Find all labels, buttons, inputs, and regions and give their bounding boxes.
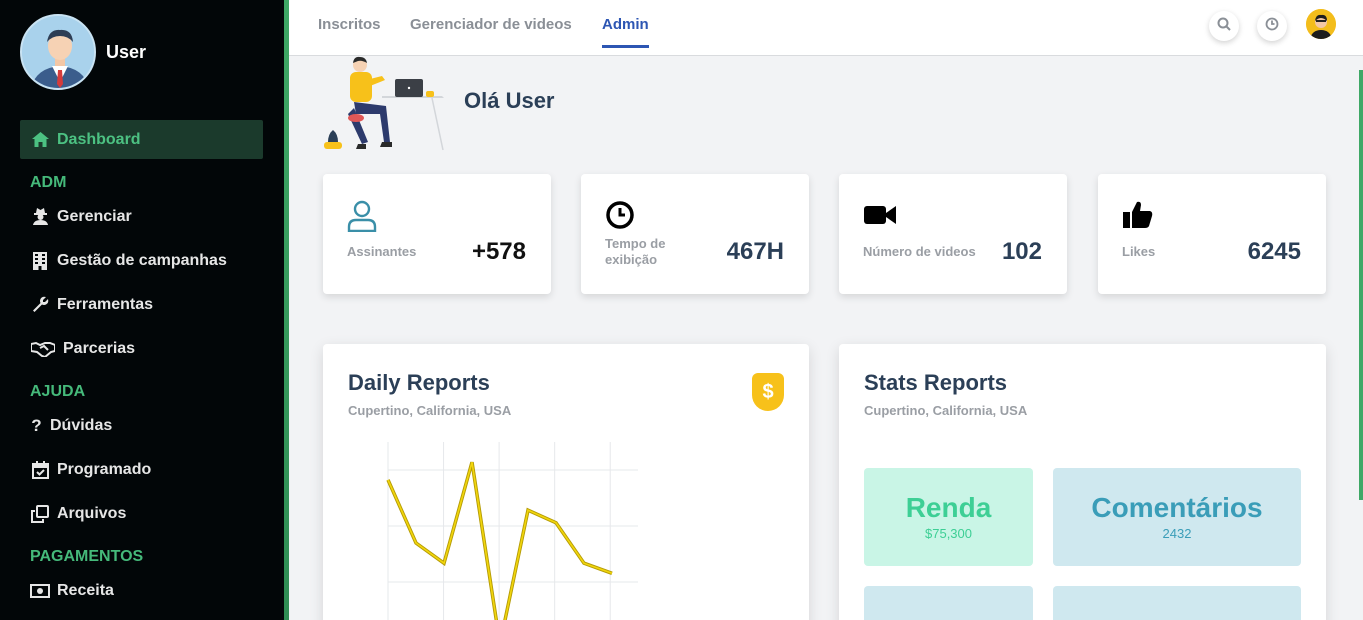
sidebar-item-label: Dashboard [57, 130, 141, 148]
sidebar-item-parcerias[interactable]: Parcerias [20, 329, 263, 368]
sidebar-item-receita[interactable]: Receita [20, 571, 263, 610]
stats-reports-card: Stats Reports Cupertino, California, USA… [839, 344, 1326, 620]
section-adm: ADM [30, 174, 67, 191]
sidebar-item-dashboard[interactable]: Dashboard [20, 120, 263, 159]
search-button[interactable] [1209, 11, 1239, 41]
sidebar-item-gestao[interactable]: Gestão de campanhas [20, 241, 263, 280]
user-secret-icon [30, 207, 50, 227]
tile-value: 2432 [1162, 526, 1192, 541]
sidebar-item-programado[interactable]: Programado [20, 450, 263, 489]
sidebar-item-duvidas[interactable]: ? Dúvidas [20, 406, 263, 445]
search-icon [1217, 17, 1231, 36]
sidebar-item-label: Gerenciar [57, 207, 132, 225]
thumbs-up-icon [1122, 200, 1154, 232]
tile-title: Renda [905, 492, 992, 523]
stat-card-likes: Likes 6245 [1098, 174, 1326, 294]
wrench-icon [30, 295, 50, 315]
stat-value: +578 [471, 238, 526, 265]
stat-card-assinantes: Assinantes +578 [323, 174, 551, 294]
sidebar-edge [284, 0, 289, 620]
question-icon: ? [31, 415, 42, 435]
clock-icon [605, 200, 637, 232]
user-icon [347, 200, 379, 233]
top-avatar[interactable] [1306, 9, 1336, 39]
calendar-check-icon [30, 460, 50, 480]
clock-icon [1265, 17, 1279, 36]
stat-value: 102 [1001, 238, 1042, 265]
sidebar-item-label: Dúvidas [50, 416, 113, 434]
tab-inscritos[interactable]: Inscritos [318, 16, 381, 33]
user-avatar[interactable] [20, 14, 96, 90]
stat-card-videos: Número de videos 102 [839, 174, 1067, 294]
right-edge-accent [1359, 70, 1363, 500]
stat-card-tempo: Tempo de exibição 467H [581, 174, 809, 294]
clone-icon [30, 504, 50, 524]
stat-label: Tempo de exibição [605, 236, 666, 267]
sidebar-item-label: Programado [57, 460, 152, 478]
greeting-illustration [322, 56, 447, 154]
sidebar: User Dashboard ADM Gerenciar Gestão de c… [0, 0, 284, 620]
tile-value: $75,300 [925, 526, 972, 541]
stats-reports-title: Stats Reports [864, 370, 1008, 395]
tile-title: Comentários [1091, 492, 1263, 523]
history-button[interactable] [1257, 11, 1287, 41]
tile-comentarios[interactable]: Comentários 2432 [1053, 468, 1301, 566]
sidebar-item-ferramentas[interactable]: Ferramentas [20, 285, 263, 324]
daily-reports-card: Daily Reports Cupertino, California, USA… [323, 344, 809, 620]
sidebar-user[interactable]: User [20, 14, 146, 90]
stat-label: Likes [1122, 244, 1156, 259]
stat-label: Assinantes [347, 244, 417, 259]
video-camera-icon [863, 200, 896, 232]
tab-admin[interactable]: Admin [602, 16, 649, 48]
sidebar-item-gerenciar[interactable]: Gerenciar [20, 197, 263, 236]
sidebar-item-arquivos[interactable]: Arquivos [20, 494, 263, 533]
tile-cut-off-1[interactable] [864, 586, 1033, 620]
sidebar-item-label: Ferramentas [57, 295, 154, 313]
tile-cut-off-2[interactable] [1053, 586, 1301, 620]
section-ajuda: AJUDA [30, 383, 86, 400]
sidebar-item-label: Receita [57, 581, 114, 599]
tile-renda[interactable]: Renda $75,300 [864, 468, 1033, 566]
stat-value: 6245 [1247, 238, 1301, 265]
tab-gerenciador-de-videos[interactable]: Gerenciador de videos [410, 16, 572, 33]
greeting-title: Olá User [464, 88, 555, 113]
money-bill-icon [30, 581, 50, 601]
home-icon [30, 130, 50, 150]
daily-reports-chart [386, 442, 638, 620]
section-pagamentos: PAGAMENTOS [30, 548, 144, 565]
handshake-icon [30, 339, 56, 359]
sidebar-item-label: Parcerias [63, 339, 136, 357]
user-name: User [106, 41, 147, 62]
sidebar-item-label: Gestão de campanhas [57, 251, 227, 269]
building-icon [30, 251, 50, 271]
stat-label: Número de videos [863, 244, 976, 259]
sidebar-item-label: Arquivos [57, 504, 127, 522]
chart-series-line [387, 461, 613, 620]
chart-series-line-outline [386, 461, 613, 620]
top-nav: Inscritos Gerenciador de videos Admin [289, 0, 1363, 56]
stat-value: 467H [726, 238, 784, 265]
stats-reports-subtitle: Cupertino, California, USA [864, 403, 1028, 418]
